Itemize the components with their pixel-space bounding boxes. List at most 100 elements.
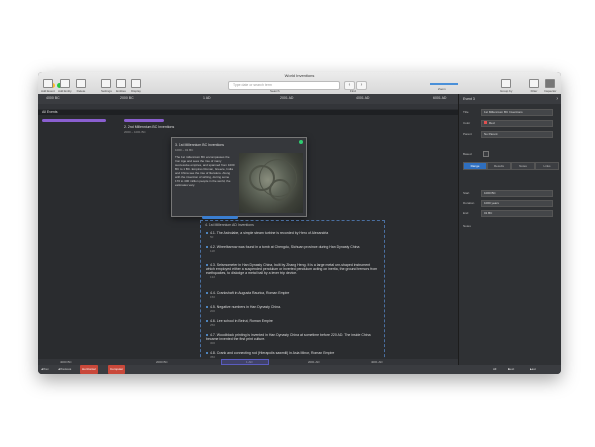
event-bar-2[interactable]	[124, 119, 164, 122]
start-field[interactable]: 1000 BC	[481, 190, 553, 197]
inspector-button[interactable]: Inspector	[544, 79, 556, 93]
list-item[interactable]: 4.4. Crankshaft in Augusta Raurica, Roma…	[206, 291, 378, 299]
ruler-tick: 2001 AD	[280, 96, 294, 100]
list-item[interactable]: 4.3. Seismometer in Han Dynasty China, b…	[206, 263, 378, 279]
add-event-button[interactable]: Add Event	[41, 79, 55, 93]
color-label: Color	[463, 121, 471, 125]
ruler-tick: 4001 AD	[356, 96, 370, 100]
add-event-icon	[42, 79, 53, 88]
parent-select[interactable]: No Parent	[481, 131, 553, 138]
item-text: 4.3. Seismometer in Han Dynasty China, b…	[206, 263, 378, 275]
all-button[interactable]: All	[493, 365, 496, 374]
based-checkbox[interactable]	[483, 151, 489, 157]
add-entity-label: Add Entity	[58, 89, 72, 93]
add-entity-button[interactable]: Add Entity	[58, 79, 72, 93]
bullet-icon	[206, 232, 208, 235]
inspector-icon	[545, 79, 556, 88]
next-button[interactable]: Next ▸	[508, 365, 514, 374]
next-label: Next	[508, 367, 515, 371]
timeline-canvas[interactable]: 4000 BC 2000 BC 1 AD 2001 AD 4001 AD 600…	[38, 94, 458, 374]
horizontal-tag[interactable]: Horizontal	[80, 365, 98, 374]
previous-button[interactable]: ◂ Previous	[58, 365, 71, 374]
ruler-tick: 2000 BC	[120, 96, 134, 100]
entities-label: Entities	[116, 89, 126, 93]
entities-button[interactable]: Entities	[116, 79, 126, 93]
first-button[interactable]: ◂ Prev	[41, 365, 49, 374]
card-dates: 1000 – 01 BC	[175, 148, 194, 152]
end-label: End	[463, 211, 469, 215]
parent-label: Parent	[463, 132, 472, 136]
display-icon	[131, 79, 141, 88]
group-by-label: Group by	[500, 89, 513, 93]
settings-button[interactable]: Settings	[101, 79, 112, 93]
item-text: 4.6. Lee school in Beirut, Roman Empire	[210, 319, 273, 323]
zoom-slider[interactable]	[430, 83, 458, 85]
add-entity-icon	[59, 79, 70, 88]
delete-label: Delete	[76, 89, 86, 93]
status-dot-icon	[299, 140, 303, 144]
search-input[interactable]: Type date or search term	[228, 81, 340, 90]
item-year: 50	[210, 235, 214, 239]
previous-label: Previous	[59, 367, 72, 371]
bullet-icon	[206, 320, 208, 323]
event-4-bar[interactable]	[202, 216, 238, 219]
item-year: 118	[210, 249, 215, 253]
item-year: 250	[210, 323, 216, 327]
last-label: Last	[530, 367, 536, 371]
list-item[interactable]: 4.2. Wheelbarrow was found in a tomb at …	[206, 245, 378, 253]
duration-label: Duration	[463, 201, 475, 205]
all-events-header[interactable]: All Events	[38, 110, 458, 115]
find-label: Find	[350, 89, 356, 93]
group-by-icon	[501, 79, 512, 88]
delete-icon	[76, 79, 86, 88]
inspector-panel: Event 3 › Title 1st Millennium BC Invent…	[458, 94, 561, 365]
find-next-button[interactable]: ›	[356, 81, 367, 90]
arrow-left-icon: ‹	[348, 82, 351, 88]
last-button[interactable]: Last ▸	[530, 365, 536, 374]
tab-links[interactable]: Links	[535, 162, 559, 170]
collapse-chevron-icon[interactable]: ›	[556, 96, 558, 102]
ruler-tick: 4000 BC	[46, 96, 60, 100]
display-button[interactable]: Display	[131, 79, 141, 93]
list-item[interactable]: 4.7. Woodblock printing is invented in H…	[206, 333, 378, 345]
event-2-title[interactable]: 2. 2nd Millennium BC Inventions	[124, 125, 174, 129]
computer-tag[interactable]: Computer	[108, 365, 126, 374]
color-select[interactable]: Red	[481, 120, 553, 127]
overview-tick: 2001 AD	[308, 360, 320, 364]
antikythera-image	[239, 153, 303, 213]
item-text: 4.8. Crank and connecting rod (Hierapoli…	[210, 351, 335, 355]
list-item[interactable]: 4.5. Negative numbers in Han Dynasty Chi…	[206, 305, 378, 313]
tab-notes[interactable]: Notes	[511, 162, 535, 170]
based-label: Based	[463, 152, 472, 156]
ruler-tick: 6001 AD	[433, 96, 447, 100]
tab-results[interactable]: Results	[487, 162, 511, 170]
item-year: 200	[210, 309, 216, 313]
list-item[interactable]: 4.8. Crank and connecting rod (Hierapoli…	[206, 351, 378, 359]
duration-field[interactable]: 1000 years	[481, 200, 553, 207]
bullet-icon	[206, 264, 208, 267]
title-field[interactable]: 1st Millennium BC Inventions	[481, 109, 553, 116]
event-3-card[interactable]: 3. 1st Millennium BC Inventions 1000 – 0…	[171, 137, 307, 217]
list-item[interactable]: 4.6. Lee school in Beirut, Roman Empire 2…	[206, 319, 378, 327]
end-field[interactable]: 01 BC	[481, 210, 553, 217]
notes-label: Notes	[463, 224, 471, 228]
list-item[interactable]: 4.1. The Astrolabe, a simple steam turbi…	[206, 231, 378, 239]
filter-button[interactable]: Filter	[529, 79, 539, 93]
app-window: World Inventions Add Event Add Entity De…	[38, 72, 561, 374]
filter-label: Filter	[530, 89, 538, 93]
tab-range[interactable]: Range	[463, 162, 487, 170]
group-title: 4. 1st Millennium AD Inventions	[205, 223, 254, 227]
card-title: 3. 1st Millennium BC Inventions	[175, 143, 225, 147]
color-value: Red	[489, 121, 495, 125]
event-4-group[interactable]: 4. 1st Millennium AD Inventions 4.1. The…	[200, 220, 385, 372]
item-year: 132	[210, 275, 216, 279]
item-text: 4.2. Wheelbarrow was found in a tomb at …	[210, 245, 360, 249]
filter-icon	[529, 79, 539, 88]
title-bar: World Inventions Add Event Add Entity De…	[38, 72, 561, 95]
group-by-button[interactable]: Group by	[500, 79, 512, 93]
event-bar-1[interactable]	[42, 119, 106, 122]
delete-button[interactable]: Delete	[76, 79, 86, 93]
item-year: 150	[210, 295, 216, 299]
bullet-icon	[206, 352, 208, 355]
bullet-icon	[206, 246, 208, 249]
